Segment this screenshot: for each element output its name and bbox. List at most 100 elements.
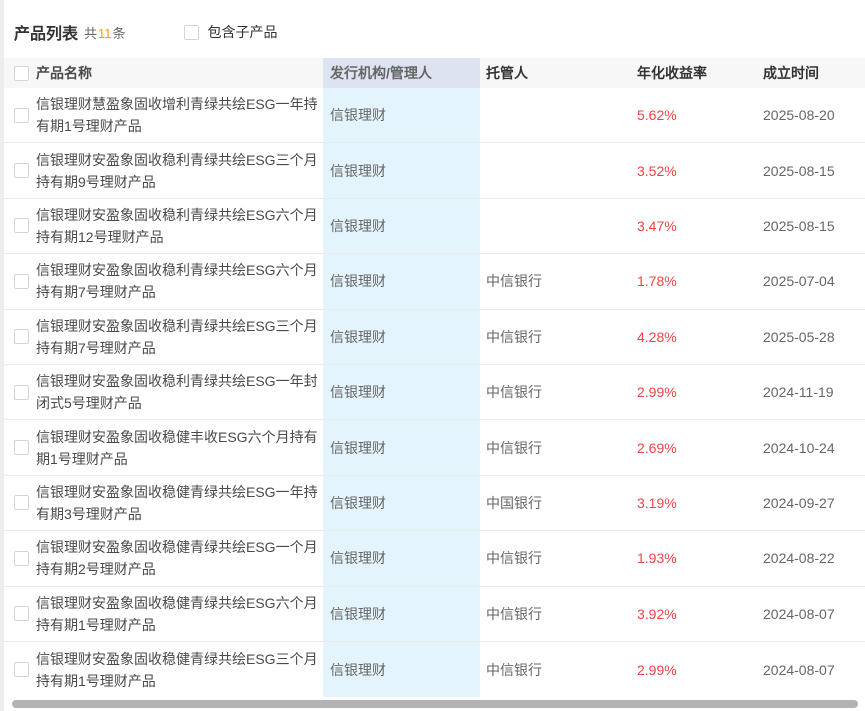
column-header-issuer: 发行机构/管理人 bbox=[323, 58, 480, 88]
table-row: 信银理财安盈象固收稳健丰收ESG六个月持有期1号理财产品 信银理财 中信银行 2… bbox=[4, 420, 865, 475]
issuer-text: 信银理财 bbox=[330, 493, 386, 513]
custodian-cell: 中信银行 bbox=[480, 327, 637, 347]
product-table: 产品名称 发行机构/管理人 托管人 年化收益率 成立时间 信银理财慧盈象固收增利… bbox=[4, 58, 865, 697]
product-name-text: 信银理财安盈象固收稳利青绿共绘ESG六个月持有期7号理财产品 bbox=[36, 262, 318, 300]
date-cell: 2024-09-27 bbox=[763, 495, 865, 511]
date-cell: 2025-05-28 bbox=[763, 329, 865, 345]
product-name[interactable]: 信银理财安盈象固收稳健丰收ESG六个月持有期1号理财产品 bbox=[36, 426, 323, 470]
table-row: 信银理财安盈象固收稳利青绿共绘ESG六个月持有期7号理财产品 信银理财 中信银行… bbox=[4, 254, 865, 309]
custodian-cell: 中信银行 bbox=[480, 438, 637, 458]
row-checkbox[interactable] bbox=[14, 329, 29, 344]
product-name[interactable]: 信银理财安盈象固收稳利青绿共绘ESG六个月持有期7号理财产品 bbox=[36, 259, 323, 303]
product-name-text: 信银理财安盈象固收稳利青绿共绘ESG三个月持有期9号理财产品 bbox=[36, 152, 318, 190]
list-header: 产品列表 共11条 包含子产品 bbox=[4, 0, 865, 58]
header-checkbox-cell bbox=[4, 66, 36, 81]
table-row: 信银理财安盈象固收稳健青绿共绘ESG六个月持有期1号理财产品 信银理财 中信银行… bbox=[4, 587, 865, 642]
table-row: 信银理财慧盈象固收增利青绿共绘ESG一年持有期1号理财产品 信银理财 5.62%… bbox=[4, 88, 865, 143]
row-checkbox-cell bbox=[4, 551, 36, 566]
issuer-cell: 信银理财 bbox=[323, 199, 480, 253]
row-checkbox[interactable] bbox=[14, 163, 29, 178]
row-checkbox-cell bbox=[4, 662, 36, 677]
issuer-text: 信银理财 bbox=[330, 161, 386, 181]
include-sub-products-checkbox[interactable] bbox=[184, 25, 199, 40]
date-cell: 2025-08-20 bbox=[763, 107, 865, 123]
product-name[interactable]: 信银理财安盈象固收稳利青绿共绘ESG六个月持有期12号理财产品 bbox=[36, 204, 323, 248]
row-checkbox-cell bbox=[4, 440, 36, 455]
product-name[interactable]: 信银理财安盈象固收稳健青绿共绘ESG三个月持有期1号理财产品 bbox=[36, 648, 323, 692]
table-row: 信银理财安盈象固收稳健青绿共绘ESG三个月持有期1号理财产品 信银理财 中信银行… bbox=[4, 642, 865, 697]
row-checkbox-cell bbox=[4, 108, 36, 123]
issuer-text: 信银理财 bbox=[330, 216, 386, 236]
rate-cell: 2.99% bbox=[637, 384, 763, 400]
row-checkbox[interactable] bbox=[14, 551, 29, 566]
row-checkbox-cell bbox=[4, 495, 36, 510]
table-row: 信银理财安盈象固收稳利青绿共绘ESG一年封闭式5号理财产品 信银理财 中信银行 … bbox=[4, 365, 865, 420]
issuer-cell: 信银理财 bbox=[323, 254, 480, 308]
product-name-text: 信银理财安盈象固收稳健丰收ESG六个月持有期1号理财产品 bbox=[36, 429, 318, 467]
issuer-text: 信银理财 bbox=[330, 327, 386, 347]
table-row: 信银理财安盈象固收稳健青绿共绘ESG一个月持有期2号理财产品 信银理财 中信银行… bbox=[4, 531, 865, 586]
custodian-cell: 中信银行 bbox=[480, 604, 637, 624]
count-prefix: 共 bbox=[84, 26, 97, 41]
product-name-text: 信银理财慧盈象固收增利青绿共绘ESG一年持有期1号理财产品 bbox=[36, 96, 318, 134]
product-name-text: 信银理财安盈象固收稳健青绿共绘ESG一年持有期3号理财产品 bbox=[36, 484, 318, 522]
product-name[interactable]: 信银理财安盈象固收稳健青绿共绘ESG六个月持有期1号理财产品 bbox=[36, 592, 323, 636]
row-checkbox[interactable] bbox=[14, 274, 29, 289]
rate-cell: 1.78% bbox=[637, 273, 763, 289]
issuer-text: 信银理财 bbox=[330, 105, 386, 125]
product-name-text: 信银理财安盈象固收稳健青绿共绘ESG六个月持有期1号理财产品 bbox=[36, 595, 318, 633]
column-header-rate: 年化收益率 bbox=[637, 63, 763, 83]
select-all-checkbox[interactable] bbox=[14, 66, 29, 81]
product-name[interactable]: 信银理财安盈象固收稳利青绿共绘ESG三个月持有期9号理财产品 bbox=[36, 149, 323, 193]
issuer-text: 信银理财 bbox=[330, 438, 386, 458]
row-checkbox[interactable] bbox=[14, 218, 29, 233]
rate-cell: 3.52% bbox=[637, 163, 763, 179]
product-name[interactable]: 信银理财安盈象固收稳健青绿共绘ESG一个月持有期2号理财产品 bbox=[36, 536, 323, 580]
horizontal-scrollbar[interactable] bbox=[4, 699, 865, 709]
count-number: 11 bbox=[97, 26, 113, 41]
custodian-cell: 中国银行 bbox=[480, 493, 637, 513]
product-name-text: 信银理财安盈象固收稳利青绿共绘ESG一年封闭式5号理财产品 bbox=[36, 373, 318, 411]
include-sub-products-toggle[interactable]: 包含子产品 bbox=[184, 22, 278, 42]
product-name[interactable]: 信银理财慧盈象固收增利青绿共绘ESG一年持有期1号理财产品 bbox=[36, 93, 323, 137]
row-checkbox-cell bbox=[4, 329, 36, 344]
issuer-text: 信银理财 bbox=[330, 382, 386, 402]
row-checkbox-cell bbox=[4, 606, 36, 621]
product-name-text: 信银理财安盈象固收稳健青绿共绘ESG一个月持有期2号理财产品 bbox=[36, 539, 318, 577]
issuer-cell: 信银理财 bbox=[323, 143, 480, 197]
row-checkbox-cell bbox=[4, 218, 36, 233]
date-cell: 2024-08-07 bbox=[763, 662, 865, 678]
rate-cell: 3.19% bbox=[637, 495, 763, 511]
date-cell: 2025-07-04 bbox=[763, 273, 865, 289]
date-cell: 2024-10-24 bbox=[763, 440, 865, 456]
row-checkbox[interactable] bbox=[14, 385, 29, 400]
table-header-row: 产品名称 发行机构/管理人 托管人 年化收益率 成立时间 bbox=[4, 58, 865, 88]
product-list-page: 产品列表 共11条 包含子产品 产品名称 发行机构/管理人 托管人 年化收益率 … bbox=[4, 0, 865, 711]
horizontal-scrollbar-thumb[interactable] bbox=[12, 700, 858, 708]
product-name[interactable]: 信银理财安盈象固收稳健青绿共绘ESG一年持有期3号理财产品 bbox=[36, 481, 323, 525]
row-checkbox[interactable] bbox=[14, 108, 29, 123]
date-cell: 2024-11-19 bbox=[763, 384, 865, 400]
custodian-cell: 中信银行 bbox=[480, 660, 637, 680]
rate-cell: 4.28% bbox=[637, 329, 763, 345]
issuer-text: 信银理财 bbox=[330, 548, 386, 568]
include-sub-products-label: 包含子产品 bbox=[208, 22, 278, 42]
issuer-cell: 信银理财 bbox=[323, 642, 480, 697]
issuer-cell: 信银理财 bbox=[323, 310, 480, 364]
row-checkbox[interactable] bbox=[14, 662, 29, 677]
product-name[interactable]: 信银理财安盈象固收稳利青绿共绘ESG三个月持有期7号理财产品 bbox=[36, 315, 323, 359]
product-name[interactable]: 信银理财安盈象固收稳利青绿共绘ESG一年封闭式5号理财产品 bbox=[36, 370, 323, 414]
row-checkbox[interactable] bbox=[14, 495, 29, 510]
row-checkbox-cell bbox=[4, 385, 36, 400]
row-checkbox[interactable] bbox=[14, 606, 29, 621]
issuer-cell: 信银理财 bbox=[323, 531, 480, 585]
table-row: 信银理财安盈象固收稳利青绿共绘ESG六个月持有期12号理财产品 信银理财 3.4… bbox=[4, 199, 865, 254]
issuer-text: 信银理财 bbox=[330, 271, 386, 291]
issuer-cell: 信银理财 bbox=[323, 420, 480, 474]
issuer-text: 信银理财 bbox=[330, 660, 386, 680]
date-cell: 2025-08-15 bbox=[763, 218, 865, 234]
issuer-cell: 信银理财 bbox=[323, 88, 480, 142]
row-checkbox[interactable] bbox=[14, 440, 29, 455]
column-header-date: 成立时间 bbox=[763, 63, 865, 83]
rate-cell: 2.69% bbox=[637, 440, 763, 456]
